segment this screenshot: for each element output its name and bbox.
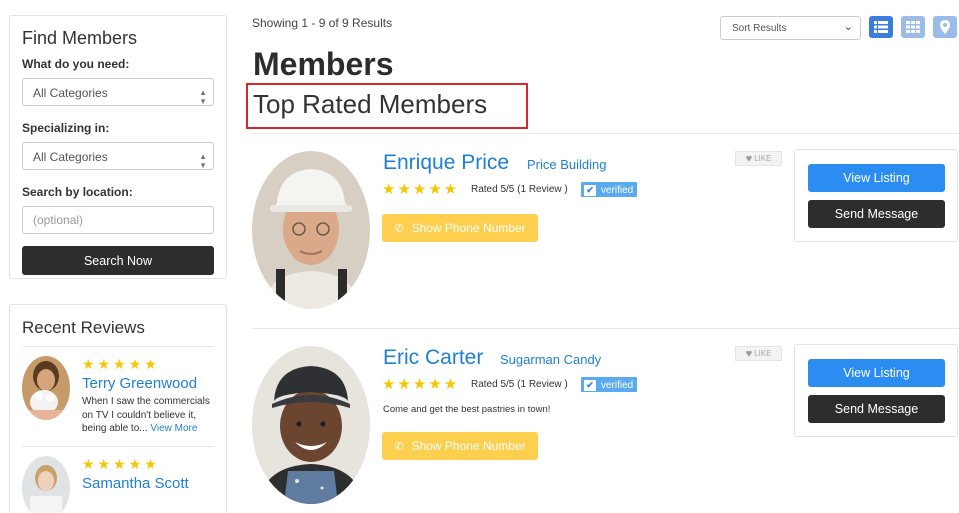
phone-icon: ✆ bbox=[394, 222, 404, 235]
search-now-button[interactable]: Search Now bbox=[22, 246, 214, 275]
chevron-down-icon: ⌄ bbox=[843, 21, 853, 33]
reviewer-avatar[interactable] bbox=[22, 356, 70, 420]
review-text: When I saw the commercials on TV I could… bbox=[82, 395, 214, 436]
heart-icon: ♥ bbox=[745, 347, 753, 360]
member-rating-text: Rated 5/5 (1 Review ) bbox=[471, 184, 568, 195]
select-caret-icon: ▲ ▼ bbox=[199, 88, 207, 106]
show-phone-button[interactable]: ✆ Show Phone Number bbox=[382, 214, 538, 242]
specializing-label: Specializing in: bbox=[22, 121, 110, 135]
need-category-select[interactable]: All Categories ▲ ▼ bbox=[22, 78, 214, 106]
reviewer-avatar[interactable] bbox=[22, 455, 70, 513]
member-name[interactable]: Enrique Price bbox=[383, 151, 509, 175]
location-input[interactable] bbox=[22, 206, 214, 234]
member-actions: View Listing Send Message bbox=[794, 344, 958, 437]
member-photo[interactable] bbox=[252, 346, 370, 504]
like-label: LIKE bbox=[754, 349, 772, 358]
list-view-button[interactable] bbox=[869, 16, 893, 38]
send-message-button[interactable]: Send Message bbox=[808, 395, 945, 423]
member-card: Enrique Price Price Building ★★★★★ Rated… bbox=[252, 149, 959, 321]
phone-icon: ✆ bbox=[394, 440, 404, 453]
list-view-icon bbox=[874, 21, 888, 33]
send-message-button[interactable]: Send Message bbox=[808, 200, 945, 228]
recent-reviews-panel: Recent Reviews ★★★★★ Terry Greenwood Whe… bbox=[9, 304, 227, 513]
member-actions: View Listing Send Message bbox=[794, 149, 958, 242]
view-listing-button[interactable]: View Listing bbox=[808, 359, 945, 387]
find-members-panel: Find Members What do you need: All Categ… bbox=[9, 15, 227, 279]
map-pin-icon bbox=[940, 20, 950, 34]
review-rating-stars: ★★★★★ bbox=[82, 455, 160, 472]
review-item: ★★★★★ Terry Greenwood When I saw the com… bbox=[22, 347, 214, 447]
verified-badge: ✔ verified bbox=[581, 182, 638, 197]
sort-results-value: Sort Results bbox=[732, 23, 787, 34]
need-category-value: All Categories bbox=[33, 86, 108, 100]
grid-view-icon bbox=[906, 21, 920, 33]
member-card: Eric Carter Sugarman Candy ★★★★★ Rated 5… bbox=[252, 344, 959, 513]
reviewer-name[interactable]: Samantha Scott bbox=[82, 475, 189, 492]
divider bbox=[252, 328, 959, 329]
check-icon: ✔ bbox=[584, 184, 596, 196]
select-caret-icon: ▲ ▼ bbox=[199, 152, 207, 170]
member-rating-stars: ★★★★★ bbox=[382, 181, 460, 198]
view-listing-button[interactable]: View Listing bbox=[808, 164, 945, 192]
specializing-select[interactable]: All Categories ▲ ▼ bbox=[22, 142, 214, 170]
show-phone-label: Show Phone Number bbox=[411, 221, 526, 235]
member-rating-text: Rated 5/5 (1 Review ) bbox=[471, 379, 568, 390]
member-company[interactable]: Price Building bbox=[527, 157, 607, 172]
divider bbox=[252, 133, 959, 134]
verified-badge: ✔ verified bbox=[581, 377, 638, 392]
reviewer-name[interactable]: Terry Greenwood bbox=[82, 375, 214, 392]
member-name[interactable]: Eric Carter bbox=[383, 346, 483, 370]
show-phone-label: Show Phone Number bbox=[411, 439, 526, 453]
review-rating-stars: ★★★★★ bbox=[82, 356, 160, 372]
heart-icon: ♥ bbox=[745, 152, 753, 165]
verified-label: verified bbox=[601, 184, 634, 196]
like-button[interactable]: ♥ LIKE bbox=[735, 346, 782, 361]
results-count: Showing 1 - 9 of 9 Results bbox=[252, 16, 393, 30]
need-label: What do you need: bbox=[22, 57, 130, 71]
like-button[interactable]: ♥ LIKE bbox=[735, 151, 782, 166]
member-company[interactable]: Sugarman Candy bbox=[500, 352, 601, 367]
review-item: ★★★★★ Samantha Scott bbox=[22, 447, 214, 513]
check-icon: ✔ bbox=[584, 379, 596, 391]
specializing-value: All Categories bbox=[33, 150, 108, 164]
find-members-title: Find Members bbox=[22, 28, 138, 48]
page-title: Members bbox=[253, 46, 394, 82]
grid-view-button[interactable] bbox=[901, 16, 925, 38]
member-rating-stars: ★★★★★ bbox=[382, 376, 460, 393]
verified-label: verified bbox=[601, 379, 634, 391]
member-photo[interactable] bbox=[252, 151, 370, 309]
show-phone-button[interactable]: ✆ Show Phone Number bbox=[382, 432, 538, 460]
view-more-link[interactable]: View More bbox=[150, 423, 197, 434]
page-subtitle: Top Rated Members bbox=[253, 89, 488, 119]
map-view-button[interactable] bbox=[933, 16, 957, 38]
sort-results-select[interactable]: Sort Results ⌄ bbox=[720, 16, 861, 40]
recent-reviews-title: Recent Reviews bbox=[22, 318, 214, 347]
like-label: LIKE bbox=[754, 154, 772, 163]
location-label: Search by location: bbox=[22, 185, 133, 199]
member-description: Come and get the best pastries in town! bbox=[383, 404, 551, 415]
